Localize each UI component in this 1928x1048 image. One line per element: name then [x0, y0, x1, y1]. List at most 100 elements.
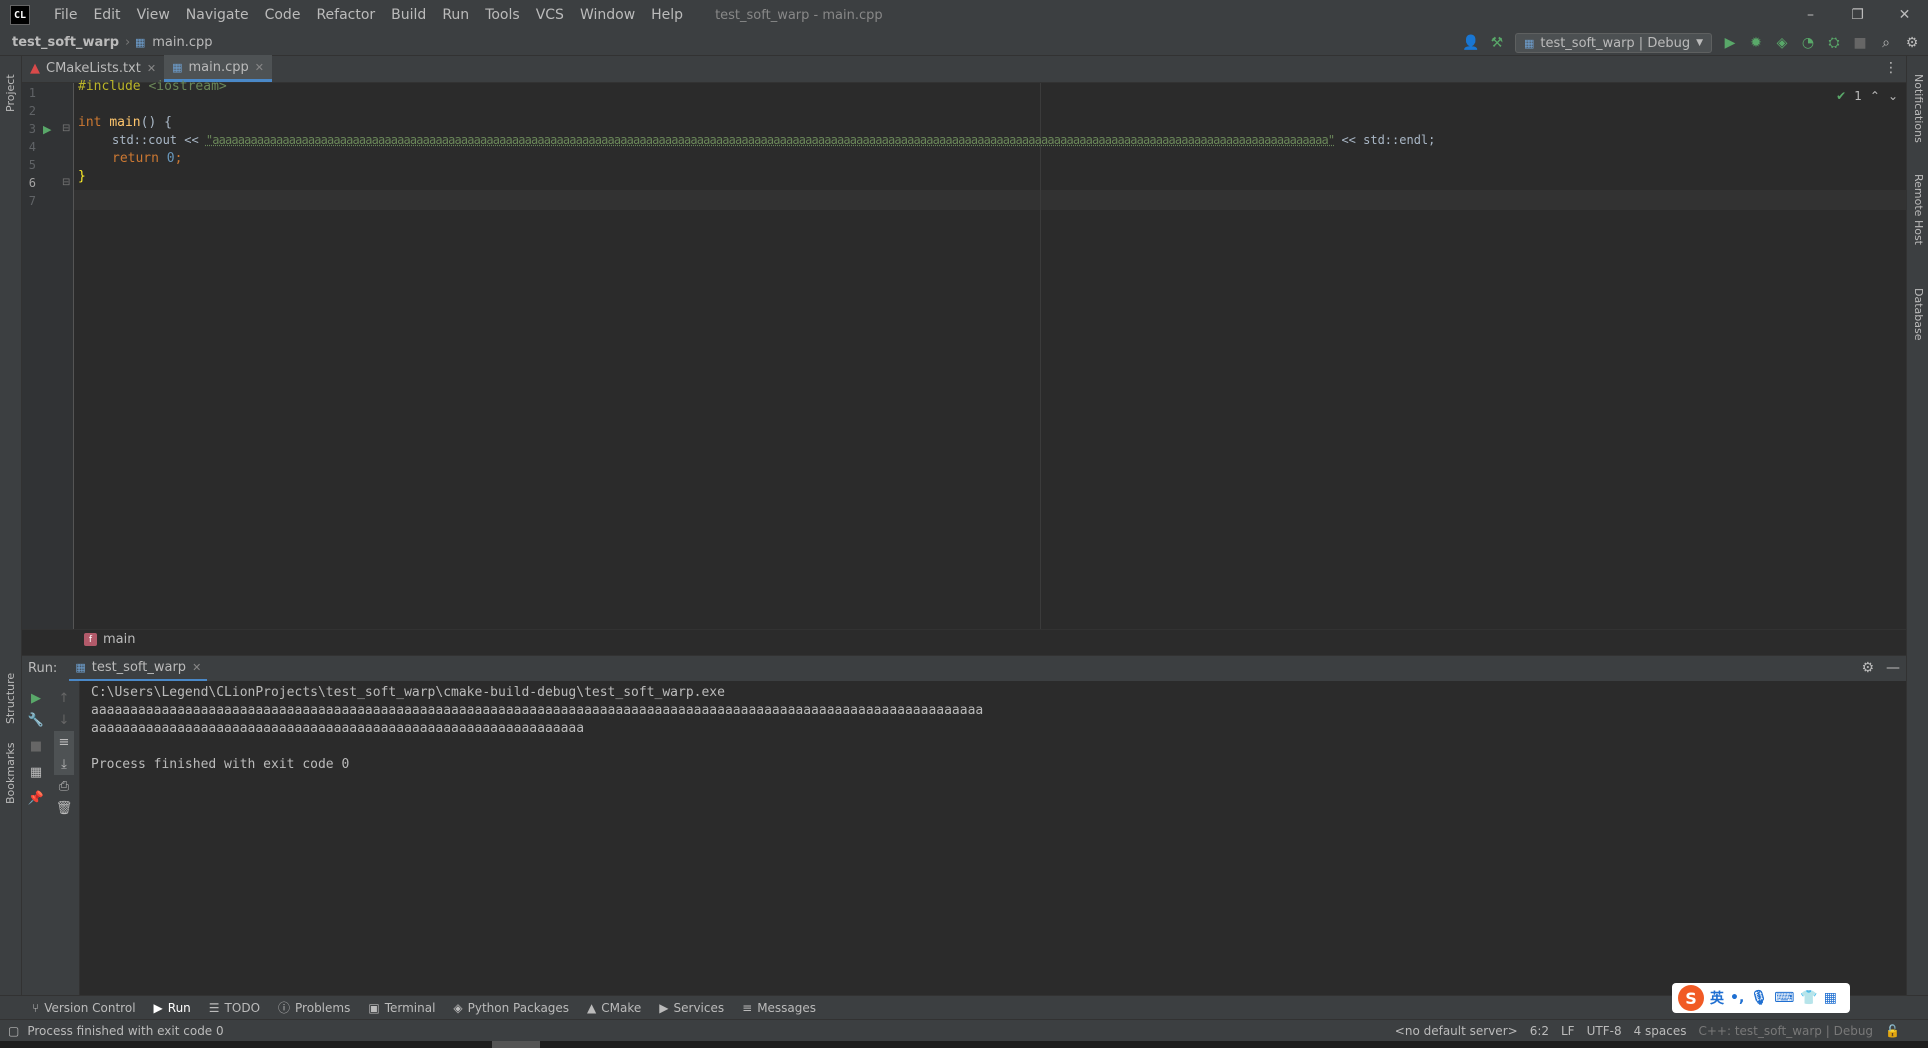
chevron-down-icon[interactable]: ⌄	[1888, 89, 1898, 103]
code-token: std::cout <<	[112, 133, 206, 147]
chevron-up-icon[interactable]: ⌃	[1870, 89, 1880, 103]
status-server[interactable]: <no default server>	[1395, 1024, 1518, 1038]
menu-view[interactable]: View	[129, 7, 178, 23]
sogou-logo-icon: S	[1678, 985, 1704, 1011]
clion-logo-icon: CL	[10, 5, 30, 25]
more-tabs-icon[interactable]: ⋮	[1884, 60, 1898, 76]
scroll-to-end-icon[interactable]: ⤓	[54, 753, 74, 775]
user-icon[interactable]: 👤	[1462, 35, 1479, 51]
tab-label: TODO	[224, 1000, 261, 1015]
close-window-button[interactable]: ✕	[1881, 0, 1928, 30]
structure-tool-window-button[interactable]: Structure	[4, 673, 17, 724]
soft-wrap-icon[interactable]: ≡	[54, 731, 74, 753]
run-panel-label: Run:	[28, 661, 58, 676]
restore-button[interactable]: ❐	[1834, 0, 1881, 30]
project-tool-window-button[interactable]: Project	[4, 74, 17, 112]
status-caret-position[interactable]: 6:2	[1530, 1024, 1549, 1038]
menu-navigate[interactable]: Navigate	[178, 7, 257, 23]
nav-project[interactable]: test_soft_warp	[8, 35, 123, 50]
line-number: 5	[28, 158, 36, 172]
pin-icon[interactable]: 📌	[26, 787, 46, 809]
menu-refactor[interactable]: Refactor	[308, 7, 383, 23]
debug-icon[interactable]: ✹	[1748, 35, 1764, 51]
minimize-button[interactable]: –	[1787, 0, 1834, 30]
tab-cmakelists[interactable]: ▲ CMakeLists.txt ✕	[22, 55, 164, 82]
code-string: "aaaaaaaaaaaaaaaaaaaaaaaaaaaaaaaaaaaaaaa…	[205, 133, 1335, 147]
attach-icon[interactable]: ⛭	[1826, 35, 1842, 51]
coverage-icon[interactable]: ◈	[1774, 35, 1790, 51]
settings-gear-icon[interactable]: ⚙	[1861, 660, 1874, 676]
close-icon[interactable]: ✕	[255, 61, 264, 74]
remote-host-tool-window-button[interactable]: Remote Host	[1912, 174, 1925, 245]
tab-problems[interactable]: ⓘ Problems	[278, 999, 350, 1016]
tab-run[interactable]: ▶ Run	[154, 1001, 191, 1015]
keyboard-icon[interactable]: ⌨	[1774, 990, 1794, 1006]
stop-icon[interactable]: ■	[1852, 35, 1868, 51]
rerun-icon[interactable]: ▶	[26, 687, 46, 709]
close-icon[interactable]: ✕	[192, 661, 201, 674]
layout-icon[interactable]: ▦	[26, 761, 46, 783]
code-token: int	[78, 115, 102, 130]
run-console[interactable]: C:\Users\Legend\CLionProjects\test_soft_…	[80, 681, 1906, 995]
breadcrumb-label[interactable]: main	[103, 632, 135, 647]
menu-tools[interactable]: Tools	[477, 7, 528, 23]
punctuation-icon[interactable]: •,	[1730, 990, 1744, 1006]
ime-toolbar[interactable]: S 英 •, 🎙 ⌨ 👕 ▦	[1672, 983, 1850, 1013]
print-icon[interactable]: ⎙	[54, 775, 74, 797]
menu-vcs[interactable]: VCS	[528, 7, 572, 23]
lock-icon[interactable]: 🔓	[1885, 1024, 1900, 1038]
run-panel-header: Run: ▦ test_soft_warp ✕ ⚙ —	[22, 655, 1906, 682]
menu-help[interactable]: Help	[643, 7, 691, 23]
tab-todo[interactable]: ☰ TODO	[209, 1001, 260, 1015]
build-hammer-icon[interactable]: ⚒	[1489, 35, 1505, 51]
fold-icon[interactable]: ⊟	[62, 123, 70, 134]
notifications-tool-window-button[interactable]: Notifications	[1912, 74, 1925, 143]
database-tool-window-button[interactable]: Database	[1912, 288, 1925, 341]
menu-edit[interactable]: Edit	[85, 7, 128, 23]
tab-terminal[interactable]: ▣ Terminal	[368, 1001, 435, 1015]
search-icon[interactable]: ⌕	[1878, 35, 1894, 51]
menu-window[interactable]: Window	[572, 7, 643, 23]
status-context[interactable]: C++: test_soft_warp | Debug	[1698, 1024, 1873, 1038]
wrench-icon[interactable]: 🔧	[26, 709, 46, 731]
ime-language[interactable]: 英	[1710, 988, 1724, 1008]
stop-icon[interactable]: ■	[26, 735, 46, 757]
status-encoding[interactable]: UTF-8	[1587, 1024, 1622, 1038]
tab-label: Terminal	[384, 1000, 436, 1015]
tab-main-cpp[interactable]: ▦ main.cpp ✕	[164, 55, 272, 82]
status-line-separator[interactable]: LF	[1561, 1024, 1575, 1038]
tab-python-packages[interactable]: ◈ Python Packages	[453, 1001, 569, 1015]
menu-build[interactable]: Build	[383, 7, 434, 23]
profile-icon[interactable]: ◔	[1800, 35, 1816, 51]
close-icon[interactable]: ✕	[147, 62, 156, 75]
run-gutter-icon[interactable]: ▶	[43, 123, 51, 136]
tab-cmake[interactable]: ▲ CMake	[587, 1001, 641, 1015]
status-toggle-icon[interactable]: ▢	[8, 1024, 19, 1038]
skin-icon[interactable]: 👕	[1800, 990, 1817, 1006]
bookmarks-tool-window-button[interactable]: Bookmarks	[4, 743, 17, 804]
inspection-widget[interactable]: ✔ 1 ⌃ ⌄	[1836, 89, 1898, 103]
microphone-icon[interactable]: 🎙	[1750, 990, 1768, 1006]
run-icon[interactable]: ▶	[1722, 35, 1738, 51]
nav-file[interactable]: main.cpp	[148, 35, 216, 50]
hide-panel-icon[interactable]: —	[1886, 660, 1900, 676]
scroll-thumb[interactable]	[492, 1041, 540, 1048]
menu-code[interactable]: Code	[257, 7, 309, 23]
trash-icon[interactable]: 🗑	[54, 797, 74, 819]
fold-icon[interactable]: ⊟	[62, 177, 70, 188]
editor-gutter: 1 2 3 4 5 6 7 ▶ ⊟ ⊟	[22, 83, 74, 629]
settings-gear-icon[interactable]: ⚙	[1904, 35, 1920, 51]
tab-messages[interactable]: ≡ Messages	[742, 1001, 816, 1015]
menu-run[interactable]: Run	[434, 7, 477, 23]
tab-version-control[interactable]: ⑂ Version Control	[32, 1001, 136, 1015]
status-indent[interactable]: 4 spaces	[1634, 1024, 1687, 1038]
arrow-down-icon[interactable]: ↓	[54, 709, 74, 731]
editor-tabs: ▲ CMakeLists.txt ✕ ▦ main.cpp ✕ ⋮	[22, 55, 1906, 83]
tab-services[interactable]: ▶ Services	[659, 1001, 724, 1015]
run-tab[interactable]: ▦ test_soft_warp ✕	[69, 656, 208, 682]
menu-file[interactable]: File	[46, 7, 85, 23]
arrow-up-icon[interactable]: ↑	[54, 687, 74, 709]
apps-grid-icon[interactable]: ▦	[1824, 990, 1837, 1006]
code-editor[interactable]: 1 2 3 4 5 6 7 ▶ ⊟ ⊟ #include <iostream> …	[22, 79, 1906, 629]
run-configuration-select[interactable]: ▦ test_soft_warp | Debug ▼	[1514, 33, 1712, 53]
